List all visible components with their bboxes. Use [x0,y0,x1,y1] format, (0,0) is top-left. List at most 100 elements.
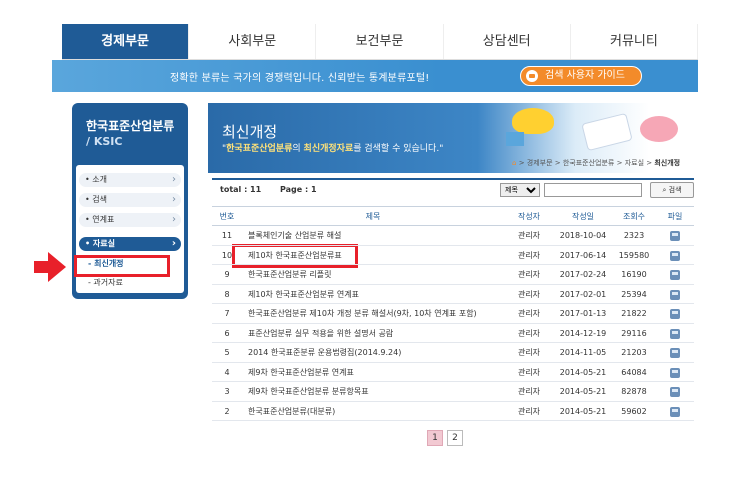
table-row[interactable]: 4 제9차 한국표준산업분류 연계표 관리자 2014-05-21 64084 [212,363,694,382]
annotation-box-sidebar [74,255,170,277]
table-row[interactable]: 3 제9차 한국표준산업분류 분류항목표 관리자 2014-05-21 82878 [212,382,694,402]
row-views: 59602 [621,406,647,416]
table-row[interactable]: 5 2014 한국표준분류 운용법령집(2014.9.24) 관리자 2014-11-… [212,343,694,363]
row-author: 관리자 [517,250,541,260]
file-download-icon[interactable] [670,309,680,319]
row-title-link[interactable]: 블록체인기술 산업분류 해설 [242,226,504,245]
row-date: 2014-12-19 [559,328,607,338]
row-number: 7 [224,309,230,318]
file-download-icon[interactable] [670,270,680,280]
coin-illustration [512,108,554,134]
home-icon[interactable]: ⌂ [512,159,516,167]
col-file: 파일 [667,212,683,221]
table-row[interactable]: 8 제10차 한국표준산업분류 연계표 관리자 2017-02-01 25394 [212,285,694,304]
tab-consult[interactable]: 상담센터 [443,24,571,59]
row-number: 8 [224,289,230,299]
block-illustration [506,132,524,146]
pagination: 1 2 [427,430,463,446]
tab-society[interactable]: 사회부문 [189,24,317,59]
table-row[interactable]: 9 한국표준산업분류 리플릿 관리자 2017-02-24 16190 [212,265,694,285]
row-file [656,324,694,343]
table-row[interactable]: 2 한국표준산업분류(대분류) 관리자 2014-05-21 59602 [212,402,694,421]
row-file [656,402,694,421]
row-author: 관리자 [517,348,541,357]
sidebar-item-linktable[interactable]: • 연계표 [79,213,181,227]
tab-economy[interactable]: 경제부문 [62,24,190,59]
total-count: total : 11 [220,185,262,194]
table-row[interactable]: 7 한국표준산업분류 제10차 개정 분류 해설서(9차, 10차 연계표 포함)… [212,304,694,324]
search-field-select[interactable]: 제목 [500,183,540,197]
row-date: 2017-06-14 [559,250,607,260]
row-views: 64084 [621,367,647,377]
row-views: 21203 [621,348,647,357]
col-views: 조회수 [622,212,646,221]
sidebar-brand: 한국표준산업분류 / KSIC [86,119,174,149]
row-title-link[interactable]: 한국표준산업분류 제10차 개정 분류 해설서(9차, 10차 연계표 포함) [242,304,504,323]
page-1-button[interactable]: 1 [427,430,443,446]
row-title-link[interactable]: 한국표준산업분류(대분류) [242,402,504,421]
row-file [656,304,694,323]
piggybank-illustration [640,116,678,142]
sidebar-subitem-past[interactable]: - 과거자료 [88,277,123,288]
col-date: 작성일 [571,212,595,221]
row-date: 2014-05-21 [559,406,607,416]
row-number: 3 [224,387,230,396]
row-author: 관리자 [517,328,541,338]
file-download-icon[interactable] [670,367,680,378]
row-file [656,343,694,362]
row-number: 10 [221,250,233,260]
search-guide-button[interactable]: 검색 사용자 가이드 [520,66,642,86]
table-header: 번호 제목 작성자 작성일 조회수 파일 [212,206,694,226]
table-row[interactable]: 10 제10차 한국표준산업분류표 관리자 2017-06-14 159580 [212,246,694,265]
file-download-icon[interactable] [670,289,680,300]
row-date: 2017-02-24 [559,270,607,279]
file-download-icon[interactable] [670,250,680,261]
row-number: 4 [224,367,230,377]
row-file [656,382,694,401]
sidebar-item-intro[interactable]: • 소개 [79,173,181,187]
file-download-icon[interactable] [670,231,680,241]
row-title-link[interactable]: 제10차 한국표준산업분류 연계표 [242,285,504,304]
page-2-button[interactable]: 2 [447,430,463,446]
file-download-icon[interactable] [670,328,680,339]
row-date: 2018-10-04 [559,231,607,240]
posts-table: 번호 제목 작성자 작성일 조회수 파일 11 블록체인기술 산업분류 해설 관리자… [212,206,694,421]
page-info: Page : 1 [280,185,317,194]
row-number: 6 [224,328,230,338]
search-button[interactable]: ⌕ 검색 [650,182,694,198]
row-date: 2014-05-21 [559,367,607,377]
row-title-link[interactable]: 2014 한국표준분류 운용법령집(2014.9.24) [242,343,504,362]
guide-icon [526,70,538,82]
row-date: 2017-02-01 [559,289,607,299]
page-description: "한국표준산업분류의 최신개정자료를 검색할 수 있습니다." [222,144,444,154]
file-download-icon[interactable] [670,387,680,397]
tab-health[interactable]: 보건부문 [316,24,444,59]
table-row[interactable]: 6 표준산업분류 실무 적용을 위한 설명서 공람 관리자 2014-12-19 291… [212,324,694,343]
row-title-link[interactable]: 제10차 한국표준산업분류표 [242,246,504,265]
row-title-link[interactable]: 한국표준산업분류 리플릿 [242,265,504,284]
row-title-link[interactable]: 제9차 한국표준산업분류 연계표 [242,363,504,382]
row-title-link[interactable]: 제9차 한국표준산업분류 분류항목표 [242,382,504,401]
sidebar-item-archive[interactable]: • 자료실 [79,237,181,251]
row-views: 16190 [621,270,647,279]
sidebar-item-search[interactable]: • 검색 [79,193,181,207]
row-views: 29116 [621,328,647,338]
row-views: 82878 [621,387,647,396]
row-file [656,226,694,245]
row-author: 관리자 [517,231,541,240]
file-download-icon[interactable] [670,348,680,358]
file-download-icon[interactable] [670,406,680,417]
table-row[interactable]: 11 블록체인기술 산업분류 해설 관리자 2018-10-04 2323 [212,226,694,246]
main-nav: 경제부문 사회부문 보건부문 상담센터 커뮤니티 [62,24,699,60]
row-file [656,265,694,284]
slogan-banner: 정확한 분류는 국가의 경쟁력입니다. 신뢰받는 통계분류포털! 검색 사용자 … [52,60,698,92]
col-title: 제목 [365,212,381,221]
guide-button-label: 검색 사용자 가이드 [545,70,625,81]
breadcrumb: ⌂ > 경제부문 > 한국표준산업분류 > 자료실 > 최신개정 [512,159,681,167]
row-title-link[interactable]: 표준산업분류 실무 적용을 위한 설명서 공람 [242,324,504,343]
search-input[interactable] [544,183,642,197]
col-no: 번호 [219,212,235,221]
tab-community[interactable]: 커뮤니티 [570,24,699,59]
row-views: 159580 [618,250,650,260]
row-number: 9 [224,270,230,279]
